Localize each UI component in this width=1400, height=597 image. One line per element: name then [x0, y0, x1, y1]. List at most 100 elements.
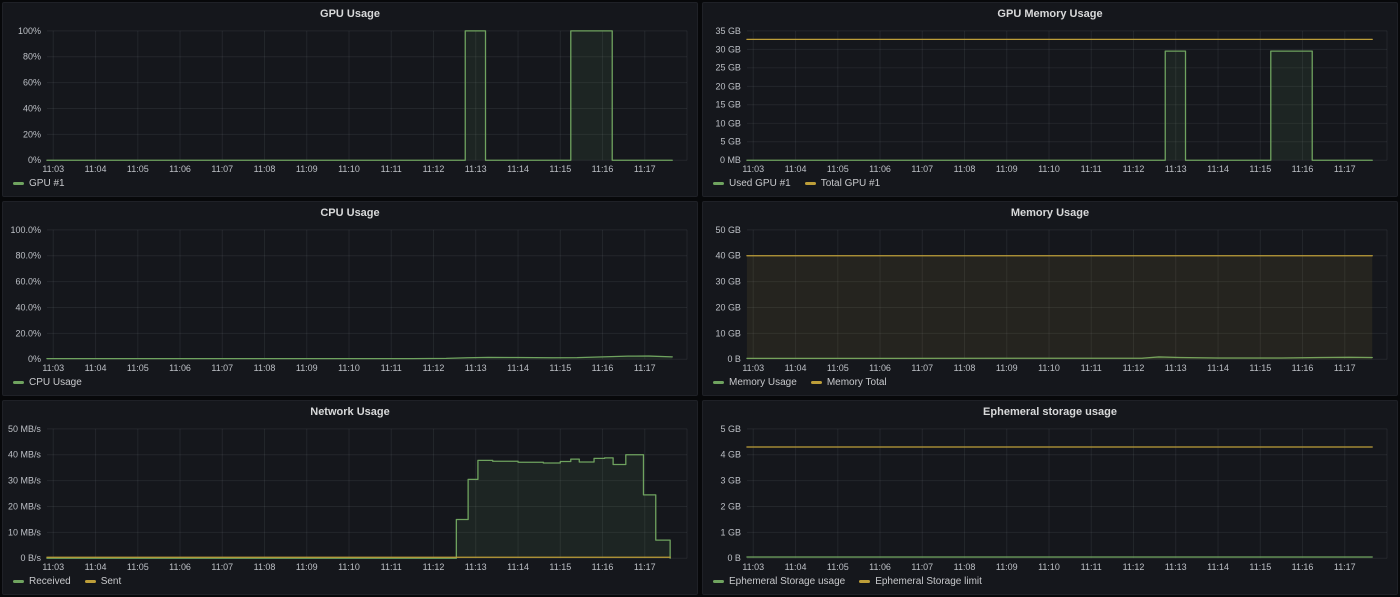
svg-text:100.0%: 100.0%	[11, 225, 42, 235]
ephemeral-storage-usage-chart[interactable]: 0 B1 GB2 GB3 GB4 GB5 GB11:0311:0411:0511…	[703, 421, 1397, 573]
legend-item-memory-total[interactable]: Memory Total	[811, 377, 887, 388]
svg-text:0%: 0%	[28, 155, 41, 165]
svg-text:40.0%: 40.0%	[15, 303, 41, 313]
panel-ephemeral-storage-usage: Ephemeral storage usage 0 B1 GB2 GB3 GB4…	[702, 400, 1398, 595]
legend-label: Total GPU #1	[821, 178, 880, 189]
svg-text:11:14: 11:14	[507, 164, 529, 174]
svg-text:80%: 80%	[23, 52, 41, 62]
memory-usage-legend: Memory Usage Memory Total	[703, 374, 1397, 395]
svg-text:20.0%: 20.0%	[15, 328, 41, 338]
legend-label: Sent	[101, 576, 122, 587]
legend-item-memory-usage[interactable]: Memory Usage	[713, 377, 797, 388]
svg-text:35 GB: 35 GB	[715, 26, 741, 36]
svg-text:11:17: 11:17	[1334, 164, 1356, 174]
svg-text:11:10: 11:10	[338, 363, 360, 373]
cpu-usage-legend: CPU Usage	[3, 374, 697, 395]
svg-text:10 GB: 10 GB	[715, 328, 741, 338]
svg-text:11:13: 11:13	[465, 562, 487, 572]
svg-text:11:12: 11:12	[423, 562, 445, 572]
svg-text:60%: 60%	[23, 78, 41, 88]
svg-text:11:17: 11:17	[1334, 562, 1356, 572]
series-color-dash-icon	[859, 580, 870, 583]
svg-text:11:03: 11:03	[42, 562, 64, 572]
series-color-dash-icon	[13, 580, 24, 583]
svg-text:11:04: 11:04	[85, 562, 107, 572]
memory-usage-chart[interactable]: 0 B10 GB20 GB30 GB40 GB50 GB11:0311:0411…	[703, 222, 1397, 374]
chart-canvas: 0 B/s10 MB/s20 MB/s30 MB/s40 MB/s50 MB/s…	[3, 421, 697, 573]
panel-title-ephemeral-storage-usage[interactable]: Ephemeral storage usage	[703, 401, 1397, 421]
svg-text:30 MB/s: 30 MB/s	[8, 476, 41, 486]
svg-text:25 GB: 25 GB	[715, 63, 741, 73]
svg-text:20%: 20%	[23, 129, 41, 139]
svg-text:20 MB/s: 20 MB/s	[8, 502, 41, 512]
svg-text:11:13: 11:13	[1165, 164, 1187, 174]
svg-text:11:04: 11:04	[785, 562, 807, 572]
network-usage-chart[interactable]: 0 B/s10 MB/s20 MB/s30 MB/s40 MB/s50 MB/s…	[3, 421, 697, 573]
series-color-dash-icon	[85, 580, 96, 583]
panel-title-gpu-memory-usage[interactable]: GPU Memory Usage	[703, 3, 1397, 23]
svg-text:11:15: 11:15	[1249, 164, 1271, 174]
svg-text:11:07: 11:07	[911, 363, 933, 373]
svg-text:11:14: 11:14	[1207, 164, 1229, 174]
gpu-memory-usage-chart[interactable]: 0 MB5 GB10 GB15 GB20 GB25 GB30 GB35 GB11…	[703, 23, 1397, 175]
svg-text:10 GB: 10 GB	[715, 118, 741, 128]
svg-text:11:03: 11:03	[42, 363, 64, 373]
legend-item-gpu-1[interactable]: GPU #1	[13, 178, 65, 189]
svg-text:50 MB/s: 50 MB/s	[8, 424, 41, 434]
svg-text:11:16: 11:16	[1292, 562, 1314, 572]
svg-text:3 GB: 3 GB	[720, 476, 741, 486]
svg-text:11:06: 11:06	[169, 562, 191, 572]
svg-text:11:15: 11:15	[549, 164, 571, 174]
panel-title-network-usage[interactable]: Network Usage	[3, 401, 697, 421]
panel-title-cpu-usage[interactable]: CPU Usage	[3, 202, 697, 222]
svg-text:11:07: 11:07	[911, 164, 933, 174]
legend-item-ephemeral-storage-usage[interactable]: Ephemeral Storage usage	[713, 576, 845, 587]
svg-text:5 GB: 5 GB	[720, 424, 741, 434]
legend-label: Memory Total	[827, 377, 887, 388]
panel-title-gpu-usage[interactable]: GPU Usage	[3, 3, 697, 23]
gpu-usage-chart[interactable]: 0%20%40%60%80%100%11:0311:0411:0511:0611…	[3, 23, 697, 175]
svg-text:30 GB: 30 GB	[715, 277, 741, 287]
svg-text:11:12: 11:12	[1123, 562, 1145, 572]
svg-text:11:08: 11:08	[254, 164, 276, 174]
svg-text:11:12: 11:12	[423, 363, 445, 373]
series-color-dash-icon	[713, 182, 724, 185]
gpu-memory-usage-legend: Used GPU #1 Total GPU #1	[703, 175, 1397, 196]
chart-canvas: 0 MB5 GB10 GB15 GB20 GB25 GB30 GB35 GB11…	[703, 23, 1397, 175]
svg-text:11:06: 11:06	[869, 164, 891, 174]
svg-text:30 GB: 30 GB	[715, 44, 741, 54]
chart-canvas: 0%20.0%40.0%60.0%80.0%100.0%11:0311:0411…	[3, 222, 697, 374]
legend-item-ephemeral-storage-limit[interactable]: Ephemeral Storage limit	[859, 576, 982, 587]
legend-item-cpu-usage[interactable]: CPU Usage	[13, 377, 82, 388]
svg-text:80.0%: 80.0%	[15, 251, 41, 261]
svg-text:11:15: 11:15	[1249, 562, 1271, 572]
legend-label: Ephemeral Storage limit	[875, 576, 982, 587]
cpu-usage-chart[interactable]: 0%20.0%40.0%60.0%80.0%100.0%11:0311:0411…	[3, 222, 697, 374]
svg-text:11:09: 11:09	[996, 164, 1018, 174]
panel-cpu-usage: CPU Usage 0%20.0%40.0%60.0%80.0%100.0%11…	[2, 201, 698, 396]
legend-item-sent[interactable]: Sent	[85, 576, 122, 587]
svg-text:11:08: 11:08	[954, 164, 976, 174]
panel-title-memory-usage[interactable]: Memory Usage	[703, 202, 1397, 222]
svg-text:11:16: 11:16	[592, 562, 614, 572]
legend-item-used-gpu-1[interactable]: Used GPU #1	[713, 178, 791, 189]
legend-item-received[interactable]: Received	[13, 576, 71, 587]
panel-network-usage: Network Usage 0 B/s10 MB/s20 MB/s30 MB/s…	[2, 400, 698, 595]
svg-text:11:12: 11:12	[423, 164, 445, 174]
svg-text:5 GB: 5 GB	[720, 137, 741, 147]
svg-text:11:13: 11:13	[465, 164, 487, 174]
svg-text:11:03: 11:03	[742, 164, 764, 174]
svg-text:11:06: 11:06	[869, 363, 891, 373]
svg-text:1 GB: 1 GB	[720, 527, 741, 537]
svg-text:11:16: 11:16	[1292, 164, 1314, 174]
dashboard-grid: GPU Usage 0%20%40%60%80%100%11:0311:0411…	[0, 0, 1400, 597]
legend-label: Memory Usage	[729, 377, 797, 388]
panel-gpu-memory-usage: GPU Memory Usage 0 MB5 GB10 GB15 GB20 GB…	[702, 2, 1398, 197]
svg-text:11:13: 11:13	[1165, 562, 1187, 572]
svg-text:11:12: 11:12	[1123, 164, 1145, 174]
legend-item-total-gpu-1[interactable]: Total GPU #1	[805, 178, 880, 189]
svg-text:11:11: 11:11	[381, 164, 402, 174]
svg-text:11:07: 11:07	[211, 562, 233, 572]
svg-text:11:17: 11:17	[1334, 363, 1356, 373]
svg-text:20 GB: 20 GB	[715, 303, 741, 313]
